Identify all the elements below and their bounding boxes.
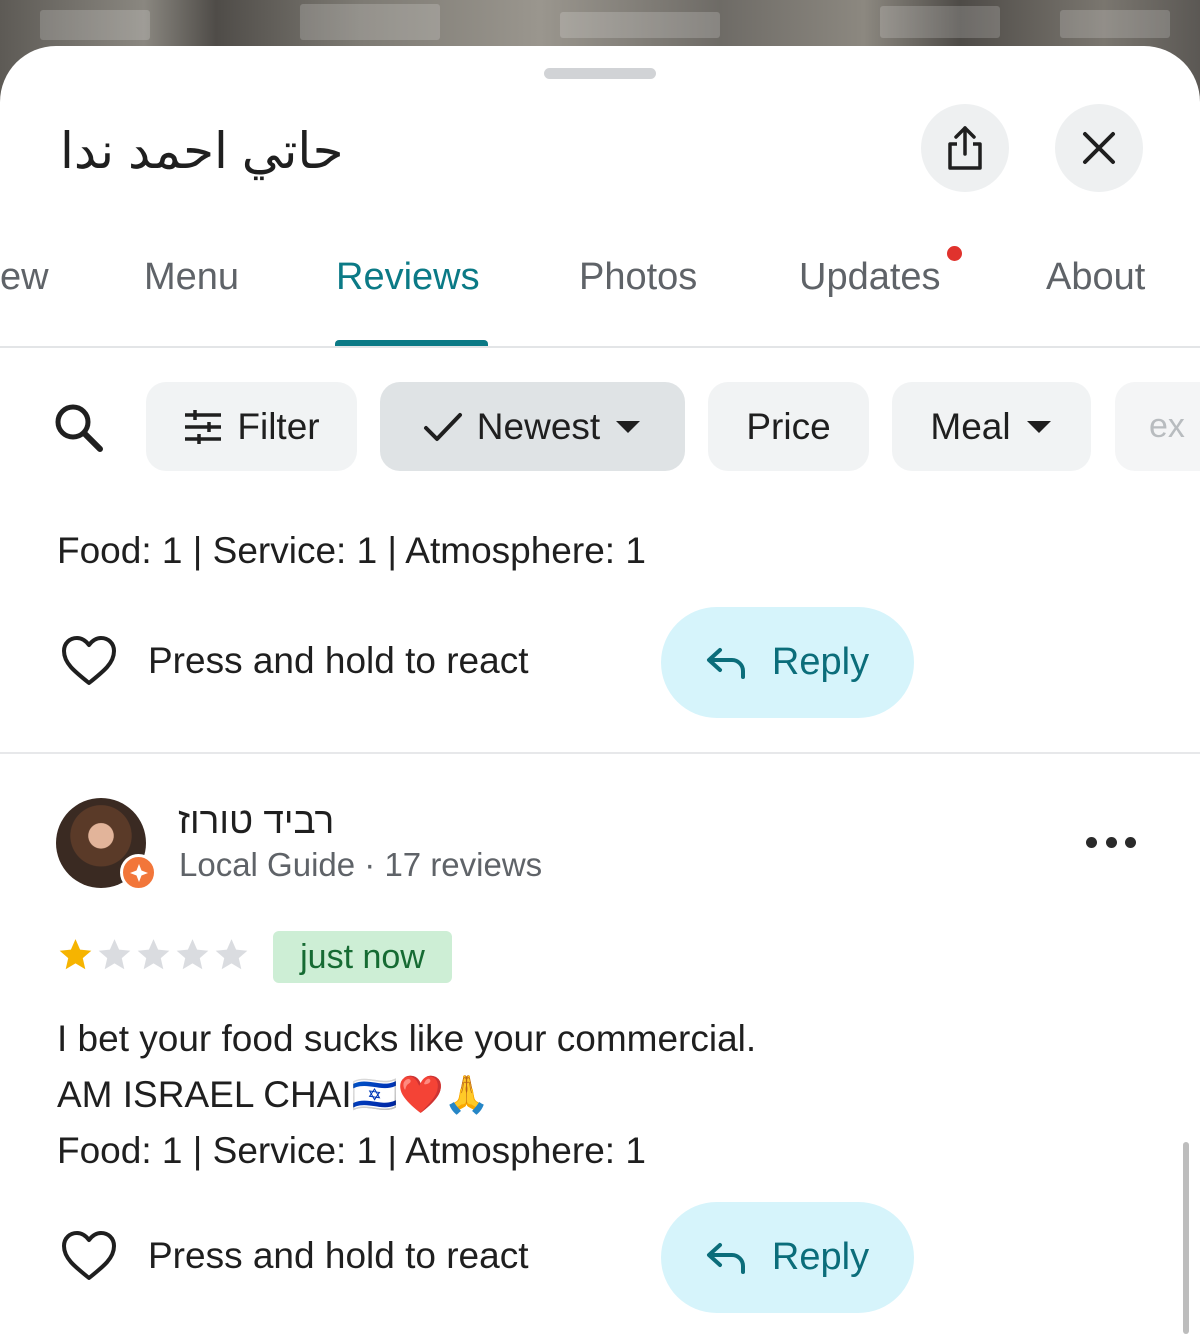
sort-newest-chip[interactable]: Newest [380, 382, 685, 471]
more-options-icon[interactable] [1086, 832, 1136, 852]
share-button[interactable] [921, 104, 1009, 192]
updates-notification-dot [947, 246, 962, 261]
heart-icon [62, 1231, 116, 1280]
react-label: Press and hold to react [148, 1235, 529, 1276]
partial-filter-label: ex [1149, 407, 1185, 445]
meal-chip[interactable]: Meal [892, 382, 1091, 471]
partial-filter-chip[interactable]: ex [1115, 382, 1200, 471]
meal-chip-label: Meal [930, 405, 1011, 447]
tab-updates[interactable]: Updates [799, 256, 941, 299]
react-button[interactable]: Press and hold to react [60, 635, 529, 687]
star-rating [56, 936, 251, 974]
place-details-sheet: حاتي احمد ندا ew Menu Reviews Photos Upd… [0, 46, 1200, 1334]
review-time-badge: just now [273, 931, 452, 983]
tabs-divider [0, 346, 1200, 348]
reply-label: Reply [771, 1236, 870, 1278]
search-icon[interactable] [50, 399, 106, 455]
react-label: Press and hold to react [148, 640, 529, 681]
price-chip-label: Price [746, 405, 831, 447]
review-author-meta: Local Guide · 17 reviews [179, 846, 543, 883]
star-filled-icon [59, 939, 92, 970]
price-chip[interactable]: Price [708, 382, 869, 471]
tab-bar: ew Menu Reviews Photos Updates About [0, 246, 1200, 348]
filter-sliders-icon [185, 409, 222, 444]
drag-handle[interactable] [544, 68, 656, 79]
review-text-line: I bet your food sucks like your commerci… [57, 1018, 757, 1059]
dropdown-arrow-icon [1026, 420, 1051, 433]
reply-button[interactable]: Reply [661, 1202, 914, 1313]
review-divider [0, 752, 1200, 754]
review-ratings-line: Food: 1 | Service: 1 | Atmosphere: 1 [57, 1130, 646, 1171]
dropdown-arrow-icon [616, 420, 641, 433]
sort-newest-label: Newest [476, 405, 601, 447]
review-ratings-line: Food: 1 | Service: 1 | Atmosphere: 1 [57, 530, 646, 571]
reply-arrow-icon [706, 1242, 745, 1274]
reply-label: Reply [771, 641, 870, 683]
tab-reviews[interactable]: Reviews [336, 256, 480, 299]
tab-overview[interactable]: ew [0, 256, 49, 299]
tab-menu[interactable]: Menu [144, 256, 239, 299]
review-body: I bet your food sucks like your commerci… [57, 1011, 957, 1179]
place-title: حاتي احمد ندا [60, 123, 344, 179]
local-guide-badge-icon [120, 854, 157, 891]
review-text-line: AM ISRAEL CHAI🇮🇱❤️🙏 [57, 1074, 490, 1115]
reply-arrow-icon [706, 647, 745, 679]
filter-chip-label: Filter [237, 405, 320, 447]
scrollbar[interactable] [1183, 1142, 1189, 1334]
star-empty-icon [215, 939, 248, 970]
checkmark-icon [423, 412, 462, 441]
reply-button[interactable]: Reply [661, 607, 914, 718]
filter-chip[interactable]: Filter [146, 382, 357, 471]
star-empty-icon [137, 939, 170, 970]
review-author-name[interactable]: רביד טורוז [178, 800, 334, 842]
share-icon [948, 126, 982, 170]
react-button[interactable]: Press and hold to react [60, 1230, 529, 1282]
tab-photos[interactable]: Photos [579, 256, 697, 299]
star-empty-icon [98, 939, 131, 970]
close-icon [1083, 132, 1115, 164]
star-empty-icon [176, 939, 209, 970]
close-button[interactable] [1055, 104, 1143, 192]
heart-icon [62, 636, 116, 685]
tab-about[interactable]: About [1046, 256, 1145, 299]
